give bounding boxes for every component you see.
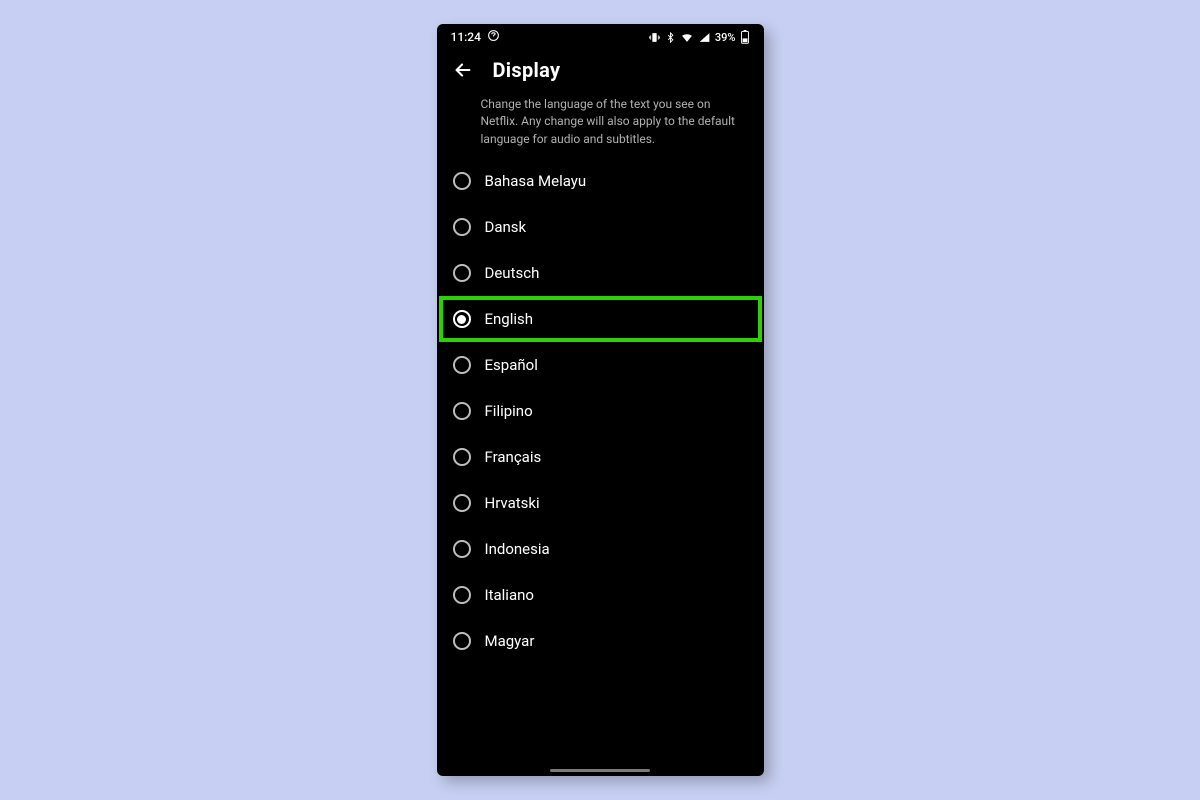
language-row[interactable]: Español xyxy=(437,342,764,388)
language-label: Indonesia xyxy=(485,540,550,558)
description-text: Change the language of the text you see … xyxy=(437,88,764,158)
battery-pct: 39% xyxy=(715,31,736,44)
language-row[interactable]: Hrvatski xyxy=(437,480,764,526)
language-row[interactable]: Magyar xyxy=(437,618,764,664)
radio-icon xyxy=(453,586,471,604)
page-title: Display xyxy=(493,58,561,82)
radio-icon xyxy=(453,494,471,512)
radio-icon xyxy=(453,402,471,420)
language-row[interactable]: Bahasa Melayu xyxy=(437,158,764,204)
language-row[interactable]: Filipino xyxy=(437,388,764,434)
radio-icon xyxy=(453,172,471,190)
radio-icon xyxy=(453,264,471,282)
language-row[interactable]: Italiano xyxy=(437,572,764,618)
radio-icon xyxy=(453,218,471,236)
language-row[interactable]: Français xyxy=(437,434,764,480)
status-left: 11:24 xyxy=(451,29,500,45)
language-label: Deutsch xyxy=(485,264,540,282)
language-label: Español xyxy=(485,356,538,374)
vibrate-icon xyxy=(648,31,661,44)
radio-icon xyxy=(453,540,471,558)
header: Display xyxy=(437,50,764,88)
status-bar: 11:24 39% xyxy=(437,24,764,50)
arrow-left-icon xyxy=(452,59,474,81)
language-label: Filipino xyxy=(485,402,533,420)
home-indicator[interactable] xyxy=(550,769,650,772)
language-row[interactable]: Deutsch xyxy=(437,250,764,296)
language-row[interactable]: Dansk xyxy=(437,204,764,250)
language-label: Dansk xyxy=(485,218,527,236)
language-row[interactable]: English xyxy=(437,296,764,342)
language-row[interactable]: Indonesia xyxy=(437,526,764,572)
radio-icon xyxy=(453,448,471,466)
language-label: Magyar xyxy=(485,632,535,650)
wifi-icon xyxy=(680,31,694,44)
language-label: Italiano xyxy=(485,586,534,604)
radio-icon xyxy=(453,632,471,650)
battery-icon xyxy=(740,30,750,44)
language-label: Hrvatski xyxy=(485,494,540,512)
back-button[interactable] xyxy=(451,58,475,82)
radio-icon xyxy=(453,310,471,328)
language-list: Bahasa Melayu Dansk Deutsch English Español F… xyxy=(437,158,764,664)
phone-frame: 11:24 39% xyxy=(437,24,764,776)
language-label: Français xyxy=(485,448,542,466)
language-label: Bahasa Melayu xyxy=(485,172,587,190)
status-time: 11:24 xyxy=(451,30,481,44)
status-right: 39% xyxy=(648,30,750,44)
signal-icon xyxy=(698,31,711,44)
language-label: English xyxy=(485,310,534,328)
whatsapp-icon xyxy=(487,29,500,45)
bluetooth-icon xyxy=(665,31,676,44)
radio-icon xyxy=(453,356,471,374)
